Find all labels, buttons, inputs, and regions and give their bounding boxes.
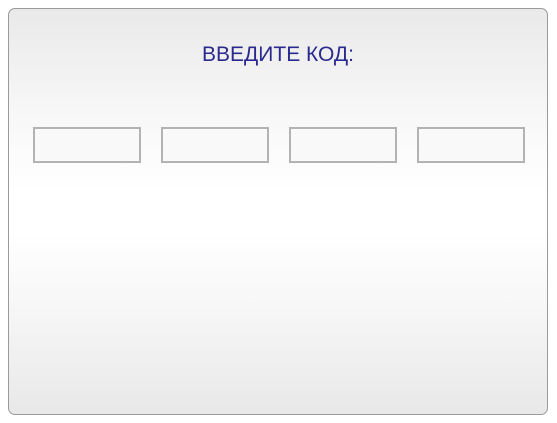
code-field-4[interactable] (417, 127, 525, 163)
code-entry-panel: ВВЕДИТЕ КОД: (8, 8, 548, 415)
code-field-3[interactable] (289, 127, 397, 163)
code-field-1[interactable] (33, 127, 141, 163)
code-field-2[interactable] (161, 127, 269, 163)
dialog-title: ВВЕДИТЕ КОД: (202, 43, 354, 66)
